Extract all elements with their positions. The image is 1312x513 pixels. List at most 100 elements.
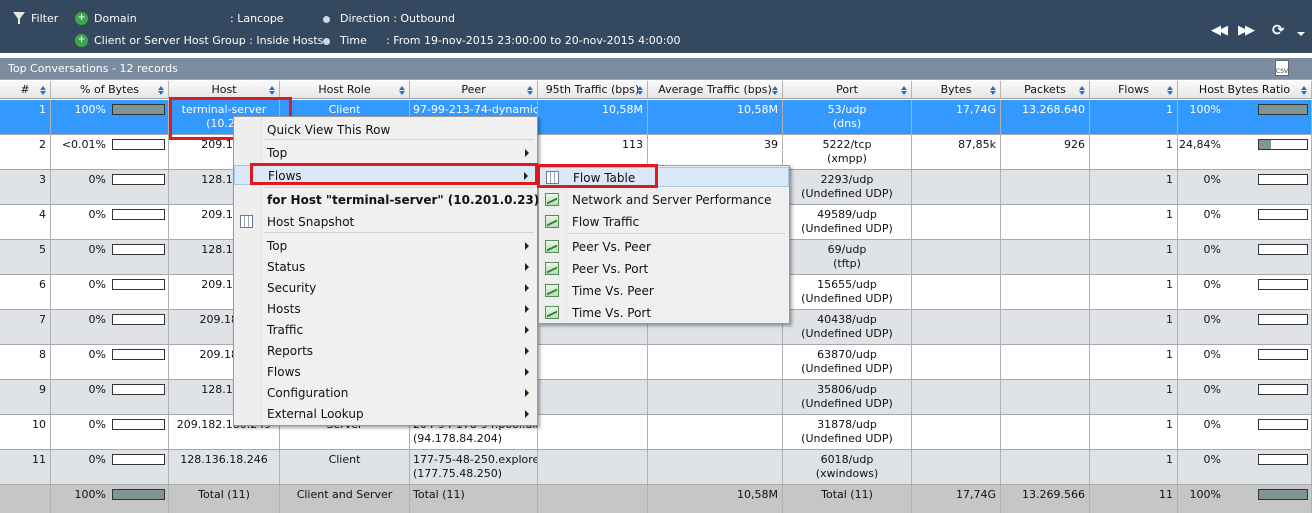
chevron-down-icon[interactable] <box>1297 32 1305 36</box>
percent-bar <box>112 454 165 465</box>
direction-label: Direction : Outbound <box>340 12 455 25</box>
sort-icon[interactable] <box>990 86 996 95</box>
context-menu-item-configuration[interactable]: Configuration <box>234 383 537 403</box>
context-menu-item-reports[interactable]: Reports <box>234 341 537 361</box>
context-menu-item-top[interactable]: Top <box>234 143 537 163</box>
submenu-arrow-icon <box>525 149 529 157</box>
column-header-avg-traffic[interactable]: Average Traffic (bps) <box>648 81 783 99</box>
context-menu-item-quick-view-this-row[interactable]: Quick View This Row <box>234 120 537 140</box>
cell-bytes: 17,74G <box>912 100 1001 135</box>
time-label: Time <box>340 34 367 47</box>
context-menu-item-status[interactable]: Status <box>234 257 537 277</box>
packets-value: 13.268.640 <box>1022 103 1085 116</box>
column-header-95th-traffic[interactable]: 95th Traffic (bps) <box>538 81 648 99</box>
csv-export-icon[interactable]: CSV <box>1275 60 1289 76</box>
flows-value: 1 <box>1166 453 1173 466</box>
cell-host-role: Client <box>280 450 410 485</box>
sort-icon[interactable] <box>1167 86 1173 95</box>
context-menu-item-external-lookup[interactable]: External Lookup <box>234 404 537 424</box>
refresh-icon[interactable]: ⟳ <box>1272 21 1285 39</box>
cell-95th-traffic <box>538 380 648 415</box>
column-header-num[interactable]: # <box>0 81 51 99</box>
column-header-label: Average Traffic (bps) <box>658 83 772 96</box>
context-menu-item-host-snapshot[interactable]: Host Snapshot <box>234 212 537 232</box>
context-menu-item-top[interactable]: Top <box>234 236 537 256</box>
port-line1: 40438/udp <box>817 313 877 326</box>
cell-flows: 1 <box>1090 310 1178 345</box>
sort-icon[interactable] <box>527 86 533 95</box>
port-line1: 53/udp <box>827 103 867 116</box>
table-row[interactable]: 8 0% 209.182. 63870/udp (Undefined UDP) 1 0% <box>0 345 1312 380</box>
submenu-item-time-vs-port[interactable]: Time Vs. Port <box>539 303 789 323</box>
chart-icon <box>545 215 559 228</box>
column-header-pct-of-bytes[interactable]: % of Bytes <box>51 81 169 99</box>
table-row[interactable]: 9 0% 128.136 35806/udp (Undefined UDP) 1 0% <box>0 380 1312 415</box>
sort-icon[interactable] <box>40 86 46 95</box>
menu-item-label: Reports <box>267 344 314 358</box>
port-line2: (Undefined UDP) <box>801 397 893 410</box>
context-menu-item-hosts[interactable]: Hosts <box>234 299 537 319</box>
sort-icon[interactable] <box>158 86 164 95</box>
menu-item-label: Flows <box>267 365 301 379</box>
column-header-label: Host Role <box>318 83 371 96</box>
submenu-arrow-icon <box>525 284 529 292</box>
port-line2: (tftp) <box>833 257 861 270</box>
column-header-flows[interactable]: Flows <box>1090 81 1178 99</box>
cell-bytes <box>912 275 1001 310</box>
cell-pct-of-bytes: 0% <box>51 380 169 415</box>
column-header-host-role[interactable]: Host Role <box>280 81 410 99</box>
percent-bar <box>112 174 165 185</box>
flows-value: 1 <box>1166 103 1173 116</box>
column-header-bytes[interactable]: Bytes <box>912 81 1001 99</box>
avg-value: 10,58M <box>737 488 778 501</box>
port-line1: 35806/udp <box>817 383 877 396</box>
column-header-host-bytes-ratio[interactable]: Host Bytes Ratio <box>1178 81 1312 99</box>
table-row[interactable]: 11 0% 128.136.18.246 Client 177-75-48-250.ex… <box>0 450 1312 485</box>
submenu-item-peer-vs-port[interactable]: Peer Vs. Port <box>539 259 789 279</box>
table-row[interactable]: 100%209.182.180.249Server204-94-178-94.p… <box>0 415 1312 450</box>
submenu-item-flow-traffic[interactable]: Flow Traffic <box>539 212 789 232</box>
context-menu: Quick View This Row Top Flows for Host "ter… <box>233 116 544 426</box>
submenu-item-flow-table[interactable]: Flow Table <box>539 167 789 187</box>
cell-packets: 13.269.566 <box>1001 485 1090 513</box>
menu-item-label: Top <box>267 146 288 160</box>
domain-label: Domain <box>94 12 137 25</box>
previous-icon[interactable]: ◀◀ <box>1211 23 1228 38</box>
context-menu-item-traffic[interactable]: Traffic <box>234 320 537 340</box>
time-bullet-icon <box>323 38 330 45</box>
column-header-peer[interactable]: Peer <box>410 81 538 99</box>
submenu-item-peer-vs-peer[interactable]: Peer Vs. Peer <box>539 237 789 257</box>
role-value: Client <box>328 103 361 116</box>
context-menu-item-flows[interactable]: Flows <box>234 165 537 185</box>
submenu-item-time-vs-peer[interactable]: Time Vs. Peer <box>539 281 789 301</box>
context-menu-item-flows[interactable]: Flows <box>234 362 537 382</box>
sort-icon[interactable] <box>1079 86 1085 95</box>
cell-num: 5 <box>0 240 51 275</box>
menu-item-label: Configuration <box>267 386 349 400</box>
context-menu-item-security[interactable]: Security <box>234 278 537 298</box>
column-header-packets[interactable]: Packets <box>1001 81 1090 99</box>
filter-icon[interactable] <box>13 12 25 24</box>
sort-icon[interactable] <box>269 86 275 95</box>
percent-bar <box>1258 419 1308 430</box>
port-line2: (Undefined UDP) <box>801 222 893 235</box>
sort-icon[interactable] <box>1301 86 1307 95</box>
filter-label[interactable]: Filter <box>31 12 58 25</box>
cell-packets: 13.268.640 <box>1001 100 1090 135</box>
total-row[interactable]: 100% Total (11) Client and Server Total (11… <box>0 485 1312 513</box>
percent-bar <box>112 384 165 395</box>
column-header-host[interactable]: Host <box>169 81 280 99</box>
menu-item-label: Time Vs. Port <box>572 306 652 320</box>
sort-icon[interactable] <box>901 86 907 95</box>
cell-flows: 1 <box>1090 100 1178 135</box>
sort-icon[interactable] <box>772 86 778 95</box>
sort-icon[interactable] <box>399 86 405 95</box>
domain-icon: + <box>75 12 88 25</box>
next-icon[interactable]: ▶▶ <box>1238 23 1255 38</box>
table-row[interactable]: 1 100% terminal-server (10.20 Client 97-99-21… <box>0 100 1312 135</box>
cell-num: 3 <box>0 170 51 205</box>
column-header-port[interactable]: Port <box>783 81 912 99</box>
avg-value: 39 <box>764 138 778 151</box>
submenu-item-network-and-server-performance[interactable]: Network and Server Performance <box>539 190 789 210</box>
sort-icon[interactable] <box>637 86 643 95</box>
